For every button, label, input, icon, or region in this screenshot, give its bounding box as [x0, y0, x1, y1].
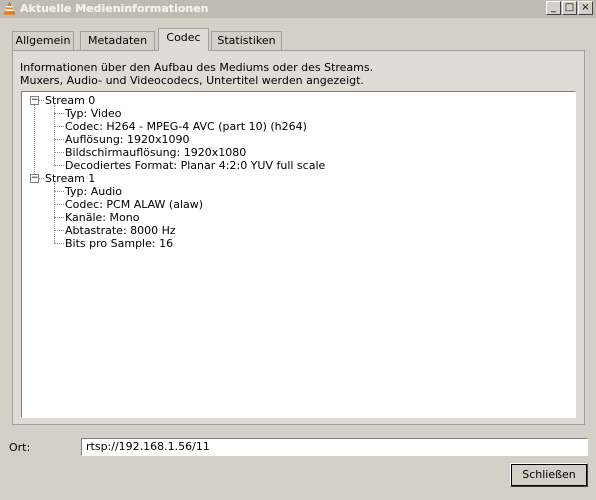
collapse-stream-1-icon[interactable]: − — [30, 174, 39, 183]
location-label: Ort: — [9, 441, 31, 454]
description-line-1: Informationen über den Aufbau des Medium… — [20, 61, 374, 74]
tree-node-stream-1[interactable]: Stream 1 — [45, 172, 95, 185]
tree-item[interactable]: Bildschirmauflösung: 1920x1080 — [65, 146, 246, 159]
codec-tree-view[interactable]: − Stream 0 Typ: Video Codec: H264 - MPEG… — [21, 91, 576, 418]
codec-description: Informationen über den Aufbau des Medium… — [20, 61, 580, 87]
maximize-button[interactable]: □ — [562, 1, 577, 15]
location-field[interactable]: rtsp://192.168.1.56/11 — [81, 438, 588, 456]
tree-item[interactable]: Typ: Audio — [65, 185, 122, 198]
maximize-icon: □ — [564, 2, 575, 13]
vlc-cone-icon — [3, 2, 16, 15]
tree-item[interactable]: Typ: Video — [65, 107, 122, 120]
tree-item[interactable]: Decodiertes Format: Planar 4:2:0 YUV ful… — [65, 159, 325, 172]
minimize-icon: _ — [551, 2, 556, 13]
close-icon: × — [581, 2, 590, 13]
tab-allgemein[interactable]: Allgemein — [12, 31, 74, 50]
tab-metadaten[interactable]: Metadaten — [80, 31, 155, 50]
close-button[interactable]: Schließen — [510, 463, 588, 487]
tree-item[interactable]: Codec: H264 - MPEG-4 AVC (part 10) (h264… — [65, 120, 307, 133]
tree-item[interactable]: Auflösung: 1920x1090 — [65, 133, 190, 146]
tree-item[interactable]: Codec: PCM ALAW (alaw) — [65, 198, 203, 211]
tree-node-stream-0[interactable]: Stream 0 — [45, 94, 95, 107]
collapse-stream-0-icon[interactable]: − — [30, 96, 39, 105]
tree-item[interactable]: Bits pro Sample: 16 — [65, 237, 173, 250]
tab-codec[interactable]: Codec — [158, 28, 209, 51]
title-bar[interactable]: Aktuelle Medieninformationen _ □ × — [0, 0, 596, 18]
close-window-button[interactable]: × — [578, 1, 593, 15]
tab-statistiken[interactable]: Statistiken — [211, 31, 282, 50]
tree-item[interactable]: Abtastrate: 8000 Hz — [65, 224, 176, 237]
window-title: Aktuelle Medieninformationen — [20, 2, 209, 15]
tree-item[interactable]: Kanäle: Mono — [65, 211, 139, 224]
minimize-button[interactable]: _ — [546, 1, 561, 15]
description-line-2: Muxers, Audio- und Videocodecs, Untertit… — [20, 74, 364, 87]
